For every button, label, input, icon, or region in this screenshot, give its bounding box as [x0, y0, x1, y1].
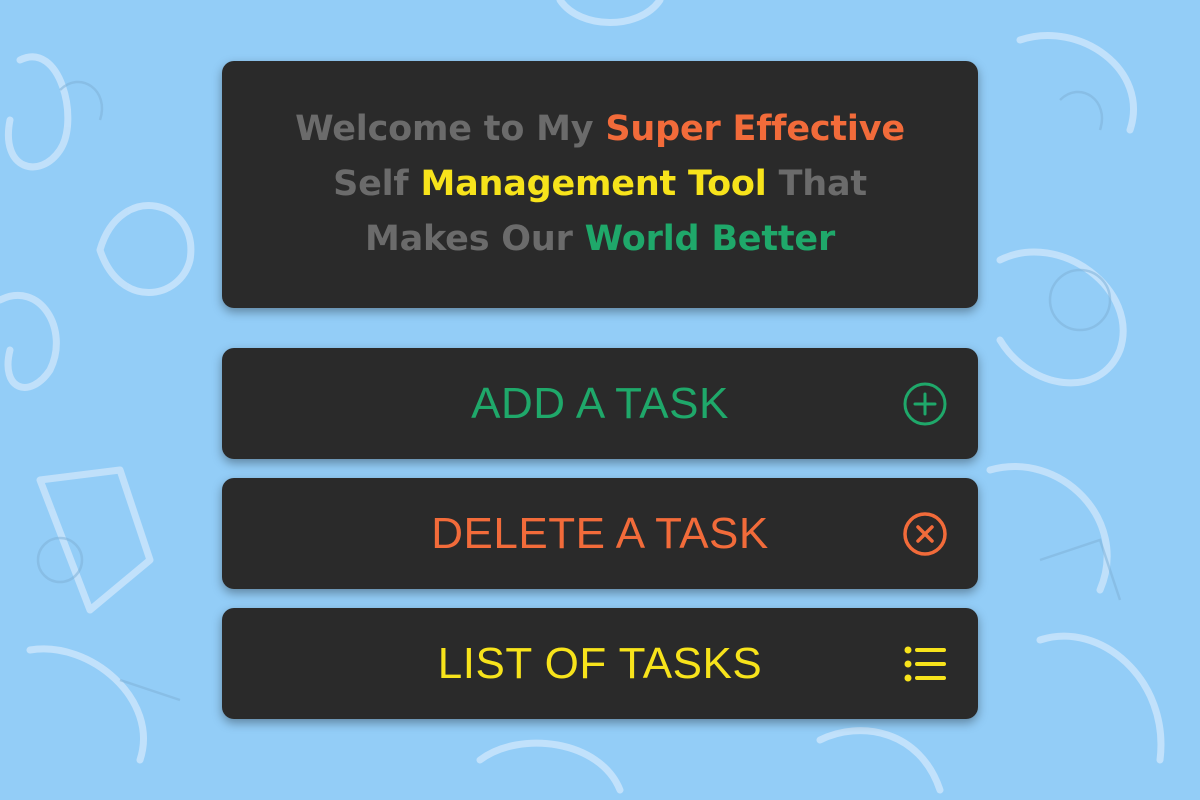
list-tasks-label: LIST OF TASKS	[437, 639, 763, 688]
delete-task-button[interactable]: DELETE A TASK	[222, 478, 978, 589]
plus-circle-icon	[903, 382, 947, 426]
welcome-highlight-super-effective: Super Effective	[605, 109, 905, 149]
delete-task-label: DELETE A TASK	[431, 509, 769, 558]
welcome-text-part: Makes Our	[364, 219, 585, 259]
add-task-label: ADD A TASK	[471, 379, 729, 428]
welcome-card: Welcome to My Super Effective Self Manag…	[222, 61, 978, 308]
add-task-button[interactable]: ADD A TASK	[222, 348, 978, 459]
welcome-heading: Welcome to My Super Effective Self Manag…	[295, 102, 905, 267]
list-icon	[904, 646, 946, 682]
welcome-text-part: Welcome to My	[295, 109, 606, 149]
list-tasks-button[interactable]: LIST OF TASKS	[222, 608, 978, 719]
welcome-highlight-world-better: World Better	[584, 219, 836, 259]
welcome-highlight-management-tool: Management Tool	[420, 164, 767, 204]
welcome-text-part: That	[766, 164, 868, 204]
welcome-text-part: Self	[333, 164, 421, 204]
close-circle-icon	[903, 512, 947, 556]
